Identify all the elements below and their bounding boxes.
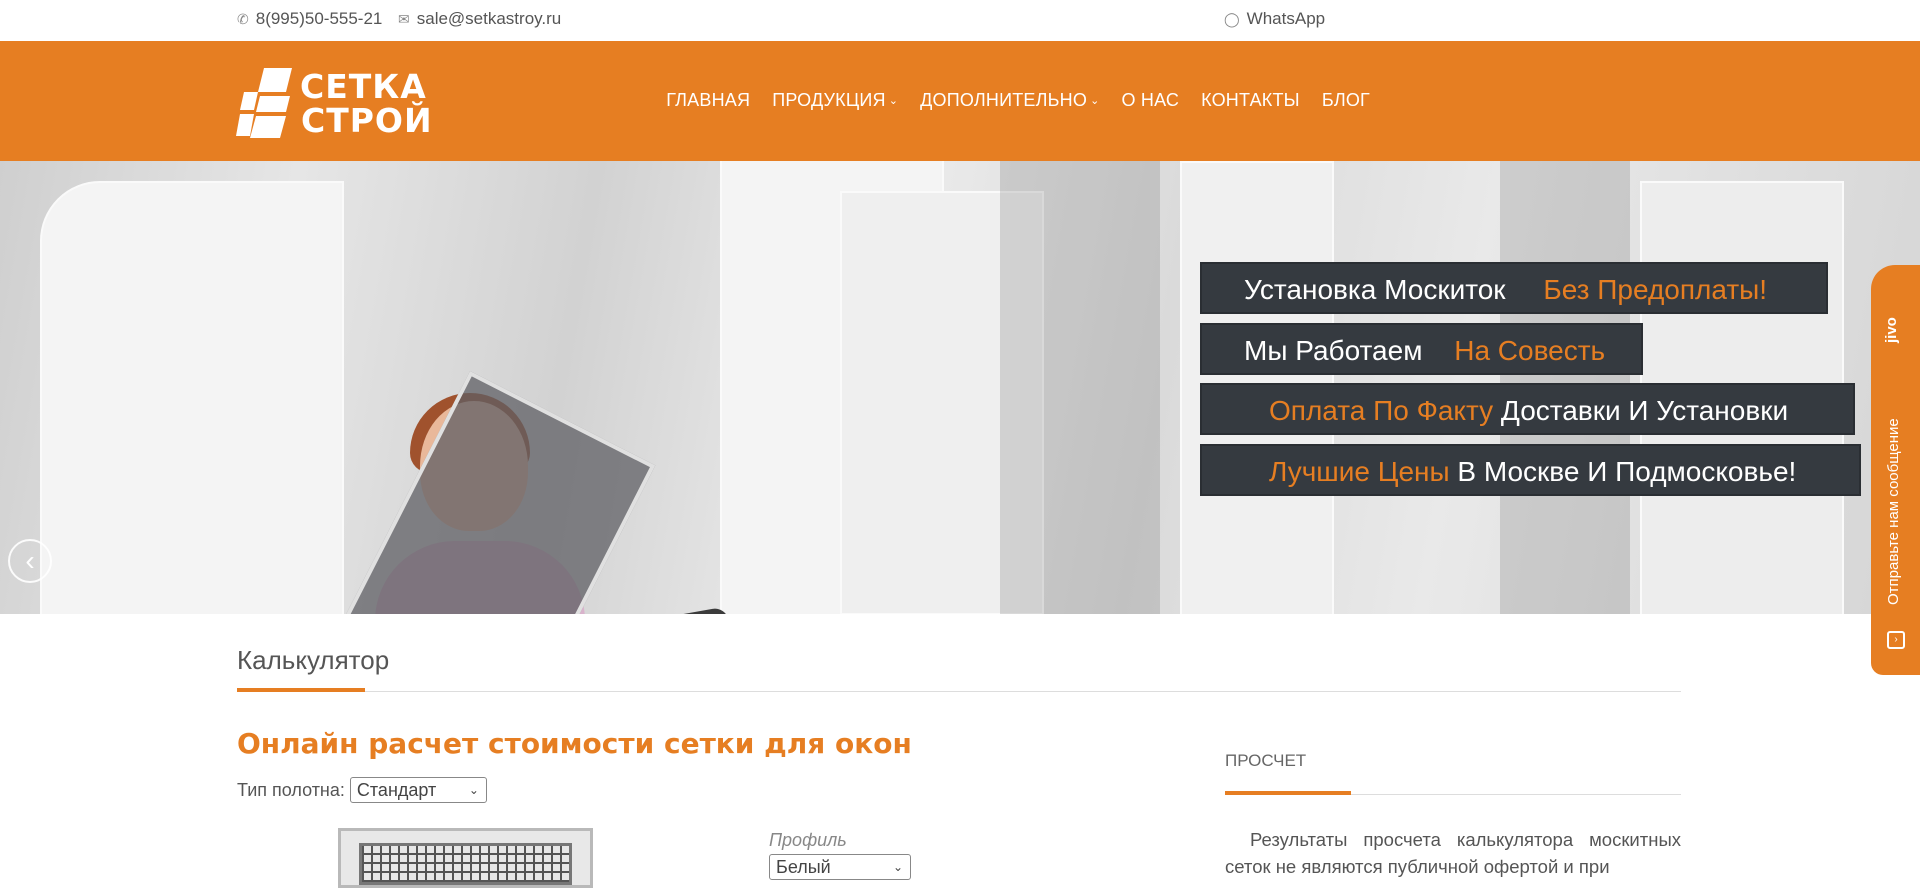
hero-caption-4: Лучшие Цены В Москве И Подмосковье!	[1200, 444, 1861, 496]
site-logo[interactable]: СЕТКА СТРОЙ	[236, 66, 441, 142]
profile-select[interactable]: Белый ⌄	[769, 854, 911, 880]
chevron-down-icon: ⌄	[892, 860, 903, 874]
nav-item-products-label: ПРОДУКЦИЯ	[772, 90, 886, 110]
nav-item-home[interactable]: ГЛАВНАЯ	[666, 90, 750, 111]
hero-caption-1: Установка Москиток Без Предоплаты!	[1200, 262, 1828, 314]
main-nav: ГЛАВНАЯ ПРОДУКЦИЯ ⌄ ДОПОЛНИТЕЛЬНО ⌄ О НАС …	[666, 90, 1370, 111]
profile-value: Белый	[776, 857, 831, 877]
caption-3-white: Доставки И Установки	[1500, 395, 1789, 426]
phone-number[interactable]: 8(995)50-555-21	[256, 9, 383, 29]
hero-slider: ‹ Установка Москиток Без Предоплаты! Мы …	[0, 161, 1920, 614]
nav-item-contacts[interactable]: КОНТАКТЫ	[1201, 90, 1300, 111]
hero-caption-2: Мы Работаем На Совесть	[1200, 323, 1643, 375]
mesh-type-value: Стандарт	[356, 780, 437, 800]
caption-3-orange: Оплата По Факту	[1269, 395, 1494, 426]
chat-brand: jivo	[1883, 317, 1900, 343]
phone-contact[interactable]: ✆ 8(995)50-555-21	[237, 9, 382, 29]
tab-calculator[interactable]: Калькулятор	[237, 645, 389, 676]
profile-label: Профиль	[769, 830, 847, 850]
logo-line-1: СЕТКА	[300, 67, 427, 106]
envelope-icon: ✉	[398, 10, 410, 27]
whatsapp-icon: ◯	[1224, 10, 1240, 27]
site-header: СЕТКА СТРОЙ ГЛАВНАЯ ПРОДУКЦИЯ ⌄ ДОПОЛНИТЕ…	[0, 41, 1920, 161]
chat-widget[interactable]: jivo Отправьте нам сообщение ›	[1871, 265, 1920, 675]
chevron-left-icon: ‹	[25, 545, 35, 576]
caption-1-white: Установка Москиток	[1244, 274, 1506, 305]
logo-line-2: СТРОЙ	[301, 101, 433, 140]
chevron-down-icon: ⌄	[468, 783, 479, 797]
logo-text: СЕТКА СТРОЙ	[300, 70, 433, 138]
caption-4-white: В Москве И Подмосковье!	[1457, 456, 1797, 487]
nav-item-about[interactable]: О НАС	[1121, 90, 1179, 111]
chat-message-label: Отправьте нам сообщение	[1885, 418, 1902, 605]
slider-prev-button[interactable]: ‹	[8, 539, 52, 583]
caption-1-orange: Без Предоплаты!	[1543, 274, 1768, 305]
sidebar-text: Результаты просчета калькулятора москитн…	[1225, 829, 1681, 877]
nav-item-blog[interactable]: БЛОГ	[1322, 90, 1370, 111]
email-contact[interactable]: ✉ sale@setkastroy.ru	[398, 9, 561, 29]
caption-2-white: Мы Работаем	[1244, 335, 1423, 366]
hero-caption-3: Оплата По Факту Доставки И Установки	[1200, 383, 1855, 435]
chevron-down-icon: ⌄	[888, 95, 899, 107]
mesh-type-row: Тип полотна: Стандарт ⌄	[237, 777, 487, 803]
tab-divider	[237, 691, 1681, 692]
nav-item-additional[interactable]: ДОПОЛНИТЕЛЬНО ⌄	[920, 90, 1099, 111]
email-address[interactable]: sale@setkastroy.ru	[417, 9, 562, 29]
mesh-type-label: Тип полотна:	[237, 779, 345, 800]
caption-4-orange: Лучшие Цены	[1269, 456, 1450, 487]
sidebar-title-underline	[1225, 791, 1351, 795]
mesh-type-select[interactable]: Стандарт ⌄	[349, 777, 487, 803]
phone-icon: ✆	[237, 10, 249, 27]
caption-2-orange: На Совесть	[1454, 335, 1606, 366]
chevron-down-icon: ⌄	[1090, 95, 1100, 107]
nav-item-products[interactable]: ПРОДУКЦИЯ ⌄	[772, 90, 898, 111]
chat-icon: ›	[1887, 631, 1905, 649]
logo-mark-icon	[236, 68, 292, 138]
top-bar: ✆ 8(995)50-555-21 ✉ sale@setkastroy.ru ◯…	[0, 0, 1920, 41]
whatsapp-label[interactable]: WhatsApp	[1247, 9, 1325, 29]
sidebar-title: ПРОСЧЕТ	[1225, 751, 1307, 770]
mesh-preview-image	[338, 828, 593, 888]
whatsapp-link[interactable]: ◯ WhatsApp	[1224, 9, 1325, 29]
tab-active-indicator	[237, 688, 365, 692]
page-title: Онлайн расчет стоимости сетки для окон	[237, 727, 912, 760]
nav-item-additional-label: ДОПОЛНИТЕЛЬНО	[920, 90, 1088, 110]
